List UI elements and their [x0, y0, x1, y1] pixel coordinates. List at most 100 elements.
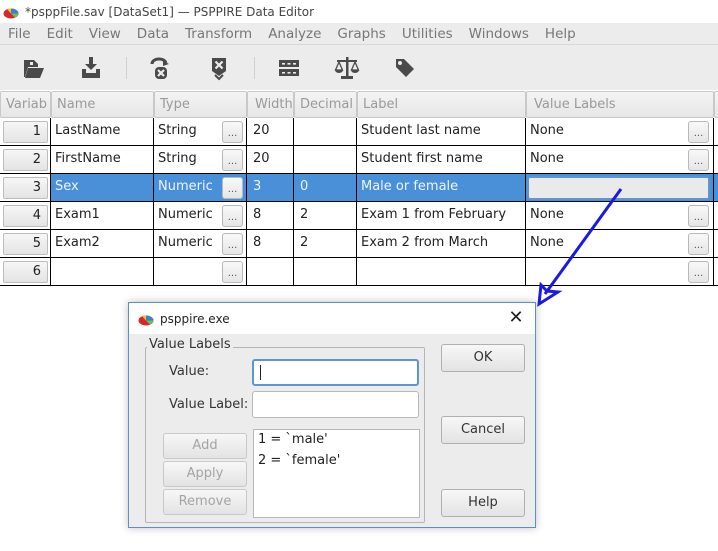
cell-label[interactable]: Student first name [357, 146, 526, 174]
cell-missing[interactable] [714, 230, 718, 258]
type-dialog-button[interactable]: ... [222, 177, 243, 199]
table-row[interactable]: 2 FirstName String... 20 Student first name N… [0, 146, 718, 174]
cell-label[interactable] [357, 258, 526, 286]
apply-button[interactable]: Apply [163, 461, 247, 487]
cell-missing[interactable] [714, 174, 718, 202]
cell-missing[interactable] [714, 118, 718, 146]
cell-width[interactable]: 20 [247, 146, 294, 174]
type-dialog-button[interactable]: ... [222, 233, 243, 255]
value-input[interactable] [252, 359, 419, 386]
value-labels-cell-editor[interactable] [527, 176, 710, 200]
type-dialog-button[interactable]: ... [222, 261, 243, 283]
menu-utilities[interactable]: Utilities [394, 26, 461, 42]
cell-missing[interactable] [714, 202, 718, 230]
cell-missing[interactable] [714, 146, 718, 174]
menu-windows[interactable]: Windows [461, 26, 537, 42]
cell-name[interactable]: FirstName [51, 146, 154, 174]
cell-label[interactable]: Exam 2 from March [357, 230, 526, 258]
row-number-button[interactable]: 6 [3, 261, 48, 283]
cell-missing[interactable] [714, 258, 718, 286]
cell-name[interactable]: Exam2 [51, 230, 154, 258]
goto-case-button[interactable] [142, 50, 178, 86]
column-header-name[interactable]: Name [51, 91, 154, 118]
table-row[interactable]: 6...... [0, 258, 718, 286]
value-labels-list[interactable]: 1 = `male' 2 = `female' [253, 429, 420, 518]
value-labels-dialog-button[interactable]: ... [688, 121, 709, 143]
open-file-button[interactable] [15, 50, 51, 86]
ok-button[interactable]: OK [441, 344, 525, 372]
goto-variable-button[interactable] [201, 50, 237, 86]
save-file-button[interactable] [73, 50, 109, 86]
list-item[interactable]: 2 = `female' [254, 451, 419, 472]
column-header-missing[interactable] [714, 91, 718, 118]
value-labels-button[interactable] [387, 50, 423, 86]
type-dialog-button[interactable]: ... [222, 121, 243, 143]
menu-help[interactable]: Help [537, 26, 584, 42]
cell-width[interactable]: 20 [247, 118, 294, 146]
cell-decimals[interactable]: 0 [294, 174, 357, 202]
cell-name[interactable] [51, 258, 154, 286]
column-header-label[interactable]: Label [357, 91, 526, 118]
column-header-variable[interactable]: Variab [0, 91, 51, 118]
split-file-button[interactable] [271, 50, 307, 86]
value-label-input[interactable] [252, 391, 419, 418]
cell-label[interactable]: Male or female [357, 174, 526, 202]
column-header-value-labels[interactable]: Value Labels [526, 91, 714, 118]
cell-width[interactable]: 8 [247, 230, 294, 258]
type-dialog-button[interactable]: ... [222, 149, 243, 171]
cell-width[interactable] [247, 258, 294, 286]
table-row[interactable]: 4 Exam1 Numeric... 8 2 Exam 1 from February No… [0, 202, 718, 230]
cell-decimals[interactable] [294, 258, 357, 286]
table-row[interactable]: 5 Exam2 Numeric... 8 2 Exam 2 from March None.… [0, 230, 718, 258]
add-button[interactable]: Add [163, 433, 247, 459]
weight-cases-button[interactable] [329, 50, 365, 86]
menu-data[interactable]: Data [129, 26, 177, 42]
grid-header: Variab Name Type Width Decimal Label Val… [0, 91, 718, 118]
value-labels-dialog-button[interactable]: ... [688, 233, 709, 255]
close-icon[interactable]: ✕ [505, 307, 527, 329]
value-labels-dialog-button[interactable]: ... [688, 261, 709, 283]
cell-label[interactable]: Exam 1 from February [357, 202, 526, 230]
cell-width[interactable]: 8 [247, 202, 294, 230]
value-labels-dialog-button[interactable]: ... [688, 205, 709, 227]
list-item[interactable]: 1 = `male' [254, 430, 419, 451]
cell-decimals[interactable] [294, 146, 357, 174]
cell-value-labels[interactable]: None [526, 202, 714, 230]
cell-label-text: Student first name [361, 151, 483, 166]
cancel-button[interactable]: Cancel [441, 416, 525, 444]
cell-value-labels[interactable] [526, 258, 714, 286]
cell-name[interactable]: Exam1 [51, 202, 154, 230]
cell-decimals[interactable] [294, 118, 357, 146]
remove-button[interactable]: Remove [163, 489, 247, 515]
tag-icon [396, 59, 414, 77]
row-number-button[interactable]: 2 [3, 149, 48, 171]
menu-graphs[interactable]: Graphs [329, 26, 393, 42]
value-labels-dialog-button[interactable]: ... [688, 149, 709, 171]
cell-decimals[interactable]: 2 [294, 202, 357, 230]
table-row[interactable]: 1 LastName String... 20 Student last name Non… [0, 118, 718, 146]
row-number-button[interactable]: 4 [3, 205, 48, 227]
cell-name[interactable]: Sex [51, 174, 154, 202]
cell-label[interactable]: Student last name [357, 118, 526, 146]
menu-file[interactable]: File [0, 26, 39, 42]
cell-width[interactable]: 3 [247, 174, 294, 202]
column-header-decimals[interactable]: Decimal [294, 91, 357, 118]
cell-value-labels[interactable]: None [526, 118, 714, 146]
menu-view[interactable]: View [81, 26, 129, 42]
help-button[interactable]: Help [441, 489, 525, 517]
column-header-width[interactable]: Width [247, 91, 294, 118]
dialog-title: psppire.exe [160, 311, 230, 326]
menu-transform[interactable]: Transform [177, 26, 260, 42]
row-number-button[interactable]: 5 [3, 233, 48, 255]
column-header-type[interactable]: Type [154, 91, 247, 118]
cell-name[interactable]: LastName [51, 118, 154, 146]
cell-decimals[interactable]: 2 [294, 230, 357, 258]
table-row[interactable]: 3 Sex Numeric... 3 0 Male or female [0, 174, 718, 202]
type-dialog-button[interactable]: ... [222, 205, 243, 227]
cell-value-labels[interactable]: None [526, 230, 714, 258]
row-number-button[interactable]: 1 [3, 121, 48, 143]
cell-value-labels[interactable]: None [526, 146, 714, 174]
menu-analyze[interactable]: Analyze [260, 26, 329, 42]
menu-edit[interactable]: Edit [39, 26, 81, 42]
row-number-button[interactable]: 3 [3, 177, 48, 199]
